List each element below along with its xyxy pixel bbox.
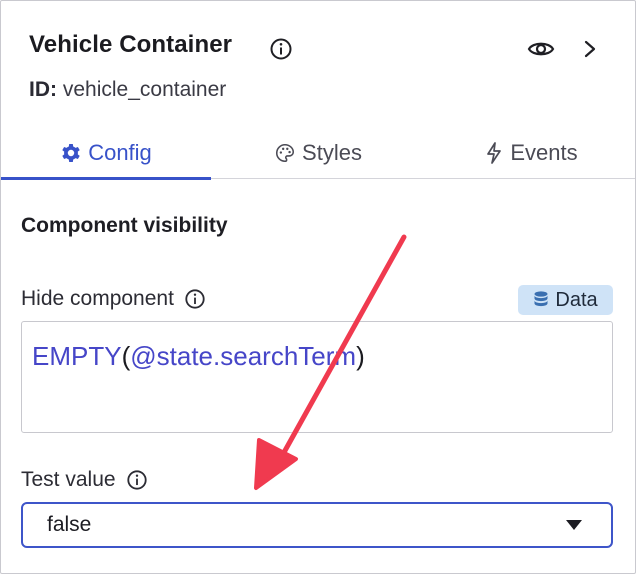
hide-component-label-text: Hide component [21, 287, 174, 310]
test-value-label-text: Test value [21, 468, 116, 491]
properties-panel: Vehicle Container ID: vehicle_container … [0, 0, 636, 574]
id-label: ID: [29, 78, 57, 101]
palette-icon [276, 143, 295, 163]
database-icon [534, 291, 548, 307]
hide-component-label: Hide component [21, 287, 206, 311]
tab-config-label: Config [88, 140, 152, 165]
expression-function: EMPTY [32, 341, 122, 371]
info-icon[interactable] [184, 288, 206, 310]
test-value-selected: false [47, 513, 92, 536]
info-icon[interactable] [126, 469, 148, 491]
lightning-icon [487, 142, 502, 164]
expression-close-paren: ) [356, 341, 365, 371]
panel-tabs: Config Styles Events [1, 127, 635, 180]
hide-component-expression-input[interactable]: EMPTY(@state.searchTerm) [21, 321, 613, 433]
data-toggle-button[interactable]: Data [518, 285, 613, 315]
tab-styles-label: Styles [302, 140, 362, 165]
gear-icon [62, 144, 80, 162]
tab-events-label: Events [510, 140, 578, 165]
test-value-select[interactable]: false [21, 502, 613, 548]
chevron-right-icon[interactable] [579, 37, 601, 61]
data-badge-label: Data [555, 288, 598, 311]
component-title: Vehicle Container [29, 31, 233, 58]
id-value: vehicle_container [62, 78, 227, 101]
expression-text: EMPTY(@state.searchTerm) [32, 341, 602, 372]
info-icon[interactable] [269, 37, 293, 61]
panel-header: Vehicle Container ID: vehicle_container [1, 1, 635, 121]
expression-reference: @state.searchTerm [130, 341, 357, 371]
tab-styles[interactable]: Styles [211, 127, 425, 179]
eye-icon[interactable] [527, 37, 555, 61]
tab-events[interactable]: Events [425, 127, 635, 179]
test-value-label: Test value [21, 468, 148, 492]
expression-open-paren: ( [121, 341, 131, 371]
tab-config[interactable]: Config [1, 127, 211, 180]
component-id: ID: vehicle_container [29, 78, 226, 102]
caret-down-icon [566, 520, 582, 530]
section-title: Component visibility [21, 214, 228, 237]
